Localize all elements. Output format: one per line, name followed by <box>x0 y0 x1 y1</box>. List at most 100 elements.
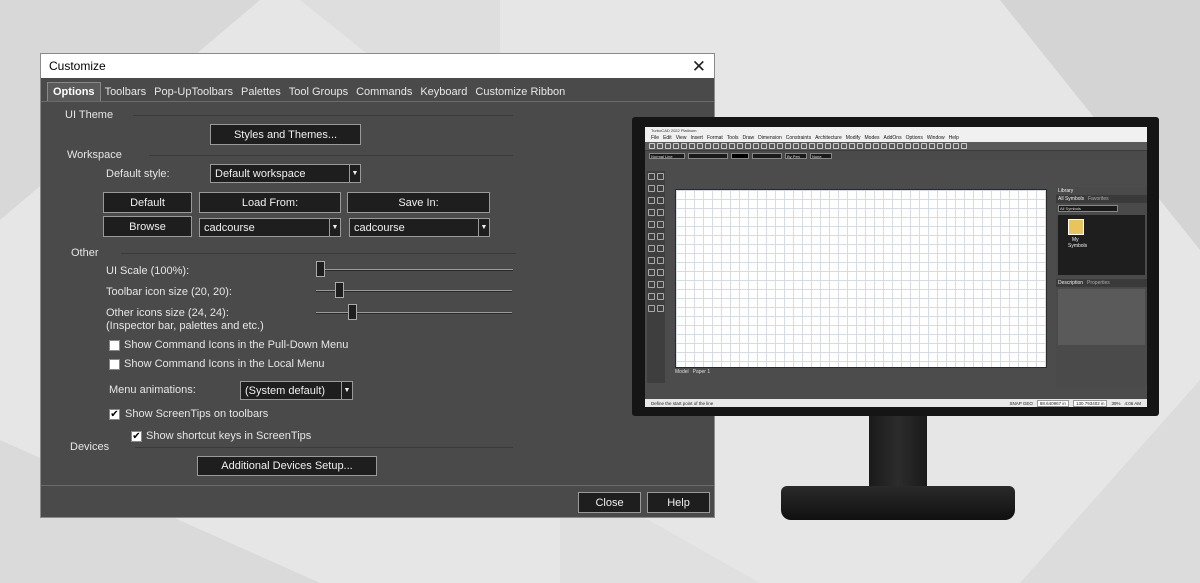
ui-scale-slider-thumb[interactable] <box>316 261 325 277</box>
tool-icon[interactable] <box>657 173 664 180</box>
tool-icon[interactable] <box>713 143 719 149</box>
styles-and-themes-button[interactable]: Styles and Themes... <box>210 124 361 145</box>
menu-format[interactable]: Format <box>707 135 723 141</box>
tool-icon[interactable] <box>785 143 791 149</box>
menu-edit[interactable]: Edit <box>663 135 672 141</box>
tool-icon[interactable] <box>929 143 935 149</box>
tool-icon[interactable] <box>648 257 655 264</box>
menu-view[interactable]: View <box>676 135 687 141</box>
close-button[interactable]: Close <box>578 492 641 513</box>
tool-icon[interactable] <box>689 143 695 149</box>
load-from-button[interactable]: Load From: <box>199 192 341 213</box>
tool-icon[interactable] <box>769 143 775 149</box>
tool-icon[interactable] <box>721 143 727 149</box>
default-style-select[interactable]: Default workspace ▼ <box>210 164 361 183</box>
tool-icon[interactable] <box>745 143 751 149</box>
tool-icon[interactable] <box>737 143 743 149</box>
tab-popup-toolbars[interactable]: Pop-UpToolbars <box>150 86 237 101</box>
tool-icon[interactable] <box>897 143 903 149</box>
tool-icon[interactable] <box>657 269 664 276</box>
tool-icon[interactable] <box>809 143 815 149</box>
tool-icon[interactable] <box>881 143 887 149</box>
help-button[interactable]: Help <box>647 492 710 513</box>
tab-toolbars[interactable]: Toolbars <box>101 86 151 101</box>
tool-icon[interactable] <box>801 143 807 149</box>
tool-icon[interactable] <box>648 197 655 204</box>
tool-icon[interactable] <box>657 197 664 204</box>
width-field[interactable] <box>688 152 728 159</box>
tool-icon[interactable] <box>657 305 664 312</box>
menu-file[interactable]: File <box>651 135 659 141</box>
menu-window[interactable]: Window <box>927 135 945 141</box>
tool-icon[interactable] <box>825 143 831 149</box>
tab-commands[interactable]: Commands <box>352 86 416 101</box>
menu-modes[interactable]: Modes <box>865 135 880 141</box>
toolbar-icon-size-slider-thumb[interactable] <box>334 282 344 298</box>
tool-icon[interactable] <box>657 233 664 240</box>
additional-devices-setup-button[interactable]: Additional Devices Setup... <box>197 456 377 476</box>
tool-icon[interactable] <box>648 233 655 240</box>
tool-icon[interactable] <box>761 143 767 149</box>
tool-icon[interactable] <box>648 173 655 180</box>
tool-icon[interactable] <box>937 143 943 149</box>
line-weight-field[interactable] <box>752 152 782 159</box>
tool-icon[interactable] <box>681 143 687 149</box>
menu-help[interactable]: Help <box>949 135 959 141</box>
tool-icon[interactable] <box>648 209 655 216</box>
tool-icon[interactable] <box>841 143 847 149</box>
tool-icon[interactable] <box>657 221 664 228</box>
pulldown-icons-checkbox[interactable] <box>109 340 120 351</box>
tool-icon[interactable] <box>649 143 655 149</box>
save-in-button[interactable]: Save In: <box>347 192 490 213</box>
tool-icon[interactable] <box>648 269 655 276</box>
tool-icon[interactable] <box>673 143 679 149</box>
tool-icon[interactable] <box>648 185 655 192</box>
snap-mode[interactable]: SNAP GEO <box>1009 401 1032 406</box>
tool-icon[interactable] <box>657 293 664 300</box>
close-icon[interactable]: ✕ <box>692 58 706 75</box>
tool-icon[interactable] <box>777 143 783 149</box>
tool-icon[interactable] <box>753 143 759 149</box>
tool-icon[interactable] <box>857 143 863 149</box>
tool-icon[interactable] <box>961 143 967 149</box>
menu-dimension[interactable]: Dimension <box>758 135 782 141</box>
menu-modify[interactable]: Modify <box>846 135 861 141</box>
tool-icon[interactable] <box>648 281 655 288</box>
tool-icon[interactable] <box>657 143 663 149</box>
tool-icon[interactable] <box>648 293 655 300</box>
browse-button[interactable]: Browse <box>103 216 192 237</box>
other-icons-size-slider-thumb[interactable] <box>347 304 357 320</box>
tool-icon[interactable] <box>648 305 655 312</box>
local-menu-icons-checkbox[interactable] <box>109 359 120 370</box>
tool-icon[interactable] <box>817 143 823 149</box>
tool-icon[interactable] <box>648 221 655 228</box>
menu-architecture[interactable]: Architecture <box>815 135 842 141</box>
tool-icon[interactable] <box>705 143 711 149</box>
menu-draw[interactable]: Draw <box>742 135 754 141</box>
tool-icon[interactable] <box>665 143 671 149</box>
tab-keyboard[interactable]: Keyboard <box>416 86 471 101</box>
menu-options[interactable]: Options <box>906 135 923 141</box>
other-icons-size-slider[interactable] <box>316 312 512 314</box>
drawing-canvas[interactable] <box>675 189 1047 368</box>
tool-icon[interactable] <box>921 143 927 149</box>
tool-icon[interactable] <box>729 143 735 149</box>
menu-animations-select[interactable]: (System default) ▼ <box>240 381 353 400</box>
menu-constraints[interactable]: Constraints <box>786 135 811 141</box>
tab-favorites[interactable]: Favorites <box>1088 196 1109 202</box>
tool-icon[interactable] <box>833 143 839 149</box>
library-filter-select[interactable]: All Symbols <box>1058 205 1118 212</box>
tool-icon[interactable] <box>657 257 664 264</box>
folder-icon[interactable] <box>1068 219 1084 235</box>
tool-icon[interactable] <box>657 185 664 192</box>
menu-addons[interactable]: AddOns <box>884 135 902 141</box>
tool-icon[interactable] <box>657 281 664 288</box>
tool-icon[interactable] <box>697 143 703 149</box>
tool-icon[interactable] <box>945 143 951 149</box>
pen-select[interactable]: By Pen <box>785 152 807 159</box>
tab-palettes[interactable]: Palettes <box>237 86 285 101</box>
tool-icon[interactable] <box>889 143 895 149</box>
menu-insert[interactable]: Insert <box>690 135 703 141</box>
tool-icon[interactable] <box>657 245 664 252</box>
tab-properties[interactable]: Properties <box>1087 280 1110 286</box>
